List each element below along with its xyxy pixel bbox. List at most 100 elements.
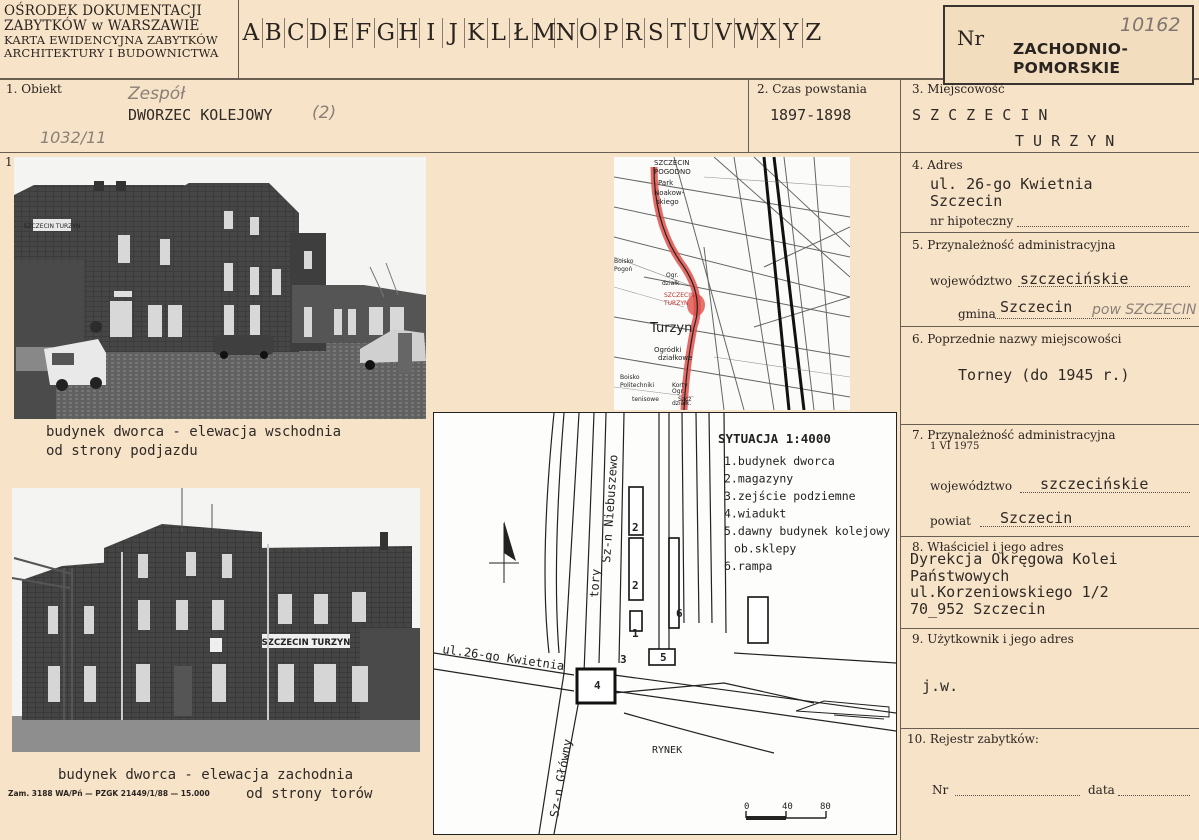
object-handwritten-suffix: (2) (312, 103, 337, 123)
plan-building-number: 2 (632, 579, 639, 592)
admin-voivodeship-label: województwo (930, 274, 1013, 288)
location-map: SZCZECIN POGODNO Park Noakow-skiego Boisko Po… (613, 156, 851, 411)
map-label: Boisko (614, 258, 634, 265)
map-label: tenisowe (632, 396, 659, 403)
plan-legend-item: 6.rampa (724, 559, 772, 573)
owner-line1: Dyrekcja Okręgowa Kolei (910, 550, 1118, 568)
alphabet-letter: L (488, 18, 510, 48)
map-label: Noakow- (654, 189, 685, 197)
alphabet-letter: O (578, 18, 600, 48)
photo1-caption-line1: budynek dworca - elewacja wschodnia (46, 424, 342, 440)
admin1975-date: 1 VI 1975 (930, 441, 980, 452)
alphabet-letter: K (465, 18, 488, 48)
alphabet-letter: S (645, 18, 668, 48)
mortgage-label: nr hipoteczny (930, 214, 1014, 228)
object-label: 1. Obiekt (6, 82, 62, 96)
plan-legend-item: 1.budynek dworca (724, 454, 835, 468)
alphabet-letter: I (420, 18, 443, 48)
map-label: Turzyn (649, 321, 692, 336)
map-label: SZCZECIN (654, 159, 690, 167)
map-label: TURZYN (663, 300, 689, 307)
map-label: Boisko (620, 374, 640, 381)
plan-building-number: 1 (632, 627, 639, 640)
plan-scale-label: 80 (820, 802, 831, 812)
map-label: Pogoń (614, 266, 633, 273)
photo2-caption-line2: od strony torów (246, 786, 373, 802)
period-value: 1897-1898 (770, 106, 852, 124)
admin-commune-value: Szczecin (1000, 298, 1073, 316)
admin1975-voivodeship-value: szczecińskie (1040, 475, 1149, 493)
alphabet-letter: E (330, 18, 353, 48)
register-nr-label: Nr (932, 783, 949, 797)
locality-line2: T U R Z Y N (1015, 132, 1115, 150)
alphabet-letter: T (668, 18, 690, 48)
photo2-station-sign: SZCZECIN TURZYN (262, 638, 351, 648)
plan-track-label-tory: tory (587, 568, 603, 598)
alphabet-letter: P (600, 18, 623, 48)
plan-title: SYTUACJA 1:4000 (718, 431, 831, 446)
plan-square-label: RYNEK (652, 745, 682, 756)
owner-address: Dyrekcja Okręgowa Kolei Państwowych ul.K… (910, 551, 1118, 617)
alphabet-letter: D (308, 18, 330, 48)
map-label: Park (658, 179, 674, 187)
photo1-station-sign: SZCZECIN TURZYN (24, 223, 81, 230)
object-value: DWORZEC KOLEJOWY (128, 106, 273, 124)
alphabet-letter: W (735, 18, 759, 48)
admin1975-county-label: powiat (930, 514, 971, 528)
admin-label: 5. Przynależność administracyjna (912, 238, 1116, 252)
owner-line2: Państwowych (910, 566, 1010, 585)
institution-line2: ZABYTKÓW w WARSZAWIE (4, 18, 200, 34)
alphabet-letter: N (555, 18, 578, 48)
register-date-label: data (1088, 783, 1115, 797)
print-note: Zam. 3188 WA/Pń — PZGK 21449/1/88 — 15.0… (8, 789, 210, 798)
map-label: Ogr. (666, 272, 678, 279)
alphabet-letter: M (532, 18, 557, 48)
plan-building-number: 6 (676, 607, 683, 620)
region-stamp: ZACHODNIO- POMORSKIE (1013, 40, 1128, 78)
plan-scale-label: 40 (782, 802, 793, 812)
alphabet-letter: F (353, 18, 375, 48)
alphabet-letter: U (690, 18, 713, 48)
alphabet-letter: B (263, 18, 285, 48)
map-label: SZCZECIN (664, 292, 694, 299)
map-label: skiego (656, 198, 679, 206)
photo2-caption-line1: budynek dworca - elewacja zachodnia (58, 767, 354, 783)
admin1975-label: 7. Przynależność administracyjna (912, 428, 1116, 442)
plan-legend-item: ob.sklepy (734, 542, 796, 556)
address-line1: ul. 26-go Kwietnia (930, 175, 1093, 193)
alphabet-letter: G (375, 18, 398, 48)
plan-building-number: 2 (632, 521, 639, 534)
user-value: j.w. (922, 677, 959, 695)
former-names-label: 6. Poprzednie nazwy miejscowości (912, 332, 1122, 346)
address-line2: Szczecin (930, 192, 1003, 210)
plan-legend-item: 3.zejście podziemne (724, 489, 856, 503)
alphabet-letter: H (398, 18, 420, 48)
owner-line4: 70_952 Szczecin (910, 599, 1046, 618)
map-label: POGODNO (654, 168, 691, 176)
locality-line1: S Z C Z E C I N (912, 106, 1048, 124)
period-label: 2. Czas powstania (757, 82, 867, 96)
alphabet-letter: Ł (510, 18, 533, 48)
plan-legend-item: 5.dawny budynek kolejowy (724, 524, 890, 538)
photo-east-elevation: SZCZECIN TURZYN (14, 157, 426, 419)
alphabet-letter: R (623, 18, 645, 48)
stamp-line1: ZACHODNIO- (1013, 40, 1129, 58)
nr-label: Nr (957, 26, 985, 50)
nr-value: 10162 (1120, 14, 1181, 36)
former-names-value: Torney (do 1945 r.) (958, 366, 1130, 384)
alphabet-letter: Y (780, 18, 803, 48)
map-label: działkowe (658, 354, 692, 362)
plan-building-number: 5 (660, 651, 667, 664)
register-label: 10. Rejestr zabytków: (907, 732, 1039, 746)
map-label: działk (662, 280, 680, 287)
situation-plan: SYTUACJA 1:4000 1.budynek dworca 2.magazyn… (433, 412, 897, 835)
object-handwritten-ref: 1032/11 (40, 128, 107, 147)
plan-scale-label: 0 (744, 802, 749, 812)
alphabet-letter: X (758, 18, 780, 48)
photo1-caption-line2: od strony podjazdu (46, 443, 198, 459)
admin-commune-handwritten: pow SZCZECIN (1092, 302, 1197, 318)
alphabet-letter: V (713, 18, 735, 48)
section-11-marker: 1 (5, 155, 13, 169)
plan-building-number: 4 (594, 679, 601, 692)
address-label: 4. Adres (912, 158, 963, 172)
